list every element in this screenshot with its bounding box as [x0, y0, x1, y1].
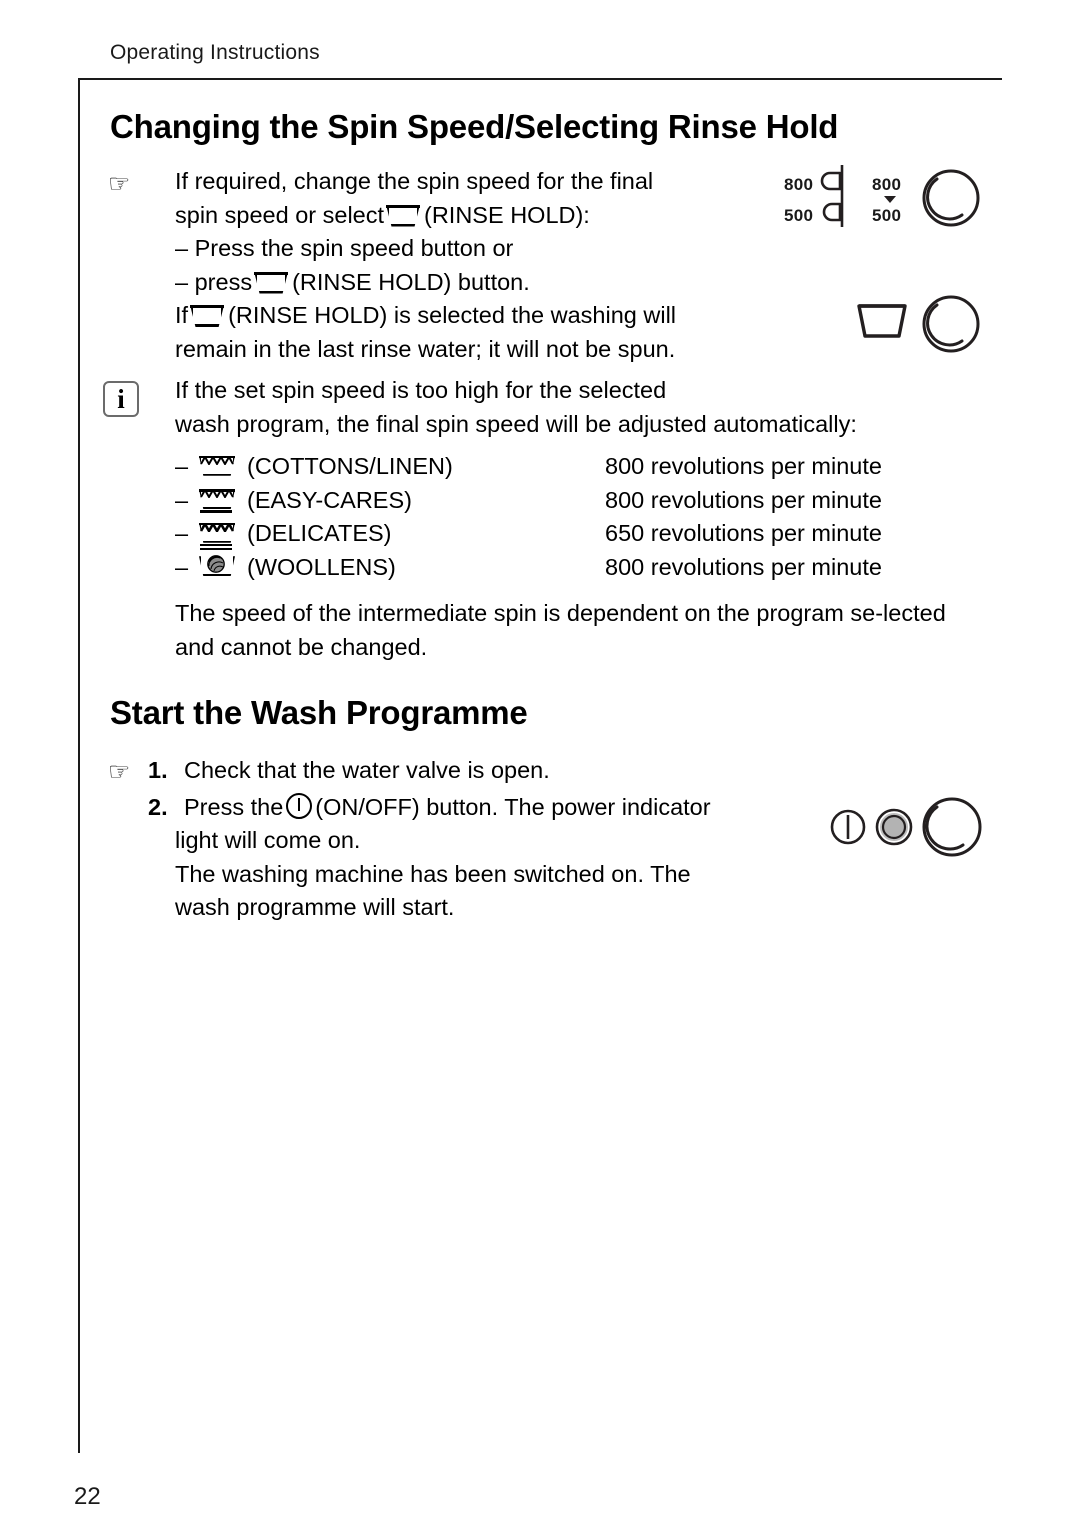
info-icon: i: [103, 381, 139, 417]
care-label: (COTTONS/LINEN): [247, 453, 453, 479]
spin-intro-bullet1: – Press the spin speed button or: [175, 235, 514, 261]
pointing-hand-icon: ☞: [108, 758, 131, 786]
info-note-line1: If the set spin speed is too high for th…: [175, 377, 667, 403]
spin-intro-bullet2-after: (RINSE HOLD) button.: [292, 268, 530, 295]
step-text: Check that the water valve is open.: [184, 757, 550, 783]
info-note-line2: wash program, the final spin speed will …: [175, 410, 857, 437]
list-dash: –: [175, 486, 189, 513]
spin-note-line2: remain in the last rinse water; it will …: [175, 335, 676, 362]
spin-note-line1: If (RINSE HOLD) is selected the washing w…: [175, 299, 795, 333]
rinse-hold-tub-icon: [254, 271, 289, 294]
info-icon-letter: i: [117, 383, 125, 414]
rinse-hold-tub-icon: [386, 204, 421, 227]
list-dash: –: [175, 553, 189, 580]
on-off-power-icon: [286, 793, 313, 819]
document-page: Operating Instructions Changing the Spin…: [0, 0, 1080, 1529]
power-panel-diagram: [830, 796, 990, 864]
header-rule: [78, 78, 1002, 80]
info-note-block: If the set spin speed is too high for th…: [175, 374, 975, 441]
front-view-label-800: 800: [872, 175, 902, 194]
table-row: – (EASY-CARES) 800 revolutions per minut…: [175, 484, 882, 518]
running-head: Operating Instructions: [110, 41, 320, 64]
wool-ball-glyph: [207, 555, 225, 574]
spin-note-line1-after: (RINSE HOLD) is selected the washing wil…: [228, 302, 677, 328]
delicates-icon: [197, 521, 241, 551]
cottons-linen-icon: [197, 454, 241, 480]
step-2-line-3: The washing machine has been switched on…: [175, 860, 691, 887]
woollens-icon: [197, 554, 241, 580]
spin-speed-table: – (COTTONS/LINEN) 800 revolutions per mi…: [175, 450, 882, 585]
table-row: – (DELICATES) 650 revolutions per minute: [175, 517, 882, 551]
care-speed: 800 revolutions per minute: [605, 553, 882, 580]
care-speed: 650 revolutions per minute: [605, 520, 882, 546]
rinse-hold-panel-diagram: [855, 295, 990, 358]
pointing-hand-icon: ☞: [108, 170, 131, 198]
list-dash: –: [175, 453, 189, 479]
page-title-spin-speed: Changing the Spin Speed/Selecting Rinse …: [110, 108, 839, 145]
spin-intro-line1: If required, change the spin speed for t…: [175, 168, 654, 194]
spin-note-line1-before: If: [175, 302, 189, 328]
step-number: 2.: [148, 794, 168, 820]
step-2-continuation: light will come on. The washing machine …: [175, 824, 875, 925]
care-speed: 800 revolutions per minute: [605, 486, 882, 513]
care-label: (EASY-CARES): [247, 486, 412, 513]
spin-intro-line2-before: spin speed or select: [175, 201, 385, 228]
spin-intro-line2-after: (RINSE HOLD):: [424, 201, 590, 228]
power-panel-svg: [830, 797, 982, 857]
table-row: – (WOOLLENS) 800 revolutions per minute: [175, 551, 882, 585]
step-text-after: (ON/OFF) button. The power indicator: [315, 794, 711, 820]
page-title-start-wash: Start the Wash Programme: [110, 694, 528, 731]
spin-intro-line2: spin speed or select (RINSE HOLD):: [175, 199, 795, 233]
care-label: (DELICATES): [247, 520, 392, 546]
easy-cares-icon: [197, 487, 241, 513]
spin-speed-panel-diagram: 800 500 800 500: [780, 165, 990, 245]
front-view-label-500: 500: [872, 206, 902, 225]
list-dash: –: [175, 520, 189, 546]
care-speed: 800 revolutions per minute: [605, 453, 882, 479]
table-row: – (COTTONS/LINEN) 800 revolutions per mi…: [175, 450, 882, 484]
step-text: Press the (ON/OFF) button. The power indi…: [184, 791, 711, 825]
care-label: (WOOLLENS): [247, 553, 396, 580]
spin-intro-bullet2-before: – press: [175, 268, 253, 295]
intermediate-spin-paragraph: The speed of the intermediate spin is de…: [175, 600, 946, 660]
page-number: 22: [74, 1483, 101, 1510]
step-number: 1.: [148, 757, 168, 783]
step-2-line-2: light will come on.: [175, 827, 361, 853]
spin-intro-bullet2: – press (RINSE HOLD) button.: [175, 266, 795, 300]
spin-intro-block: If required, change the spin speed for t…: [175, 165, 795, 366]
rinse-hold-tub-icon: [190, 305, 225, 327]
rinse-hold-panel-svg: [857, 295, 980, 353]
step-text-before: Press the: [184, 794, 284, 820]
left-margin-rule: [78, 78, 80, 1453]
step-2-line-4: wash programme will start.: [175, 894, 455, 920]
